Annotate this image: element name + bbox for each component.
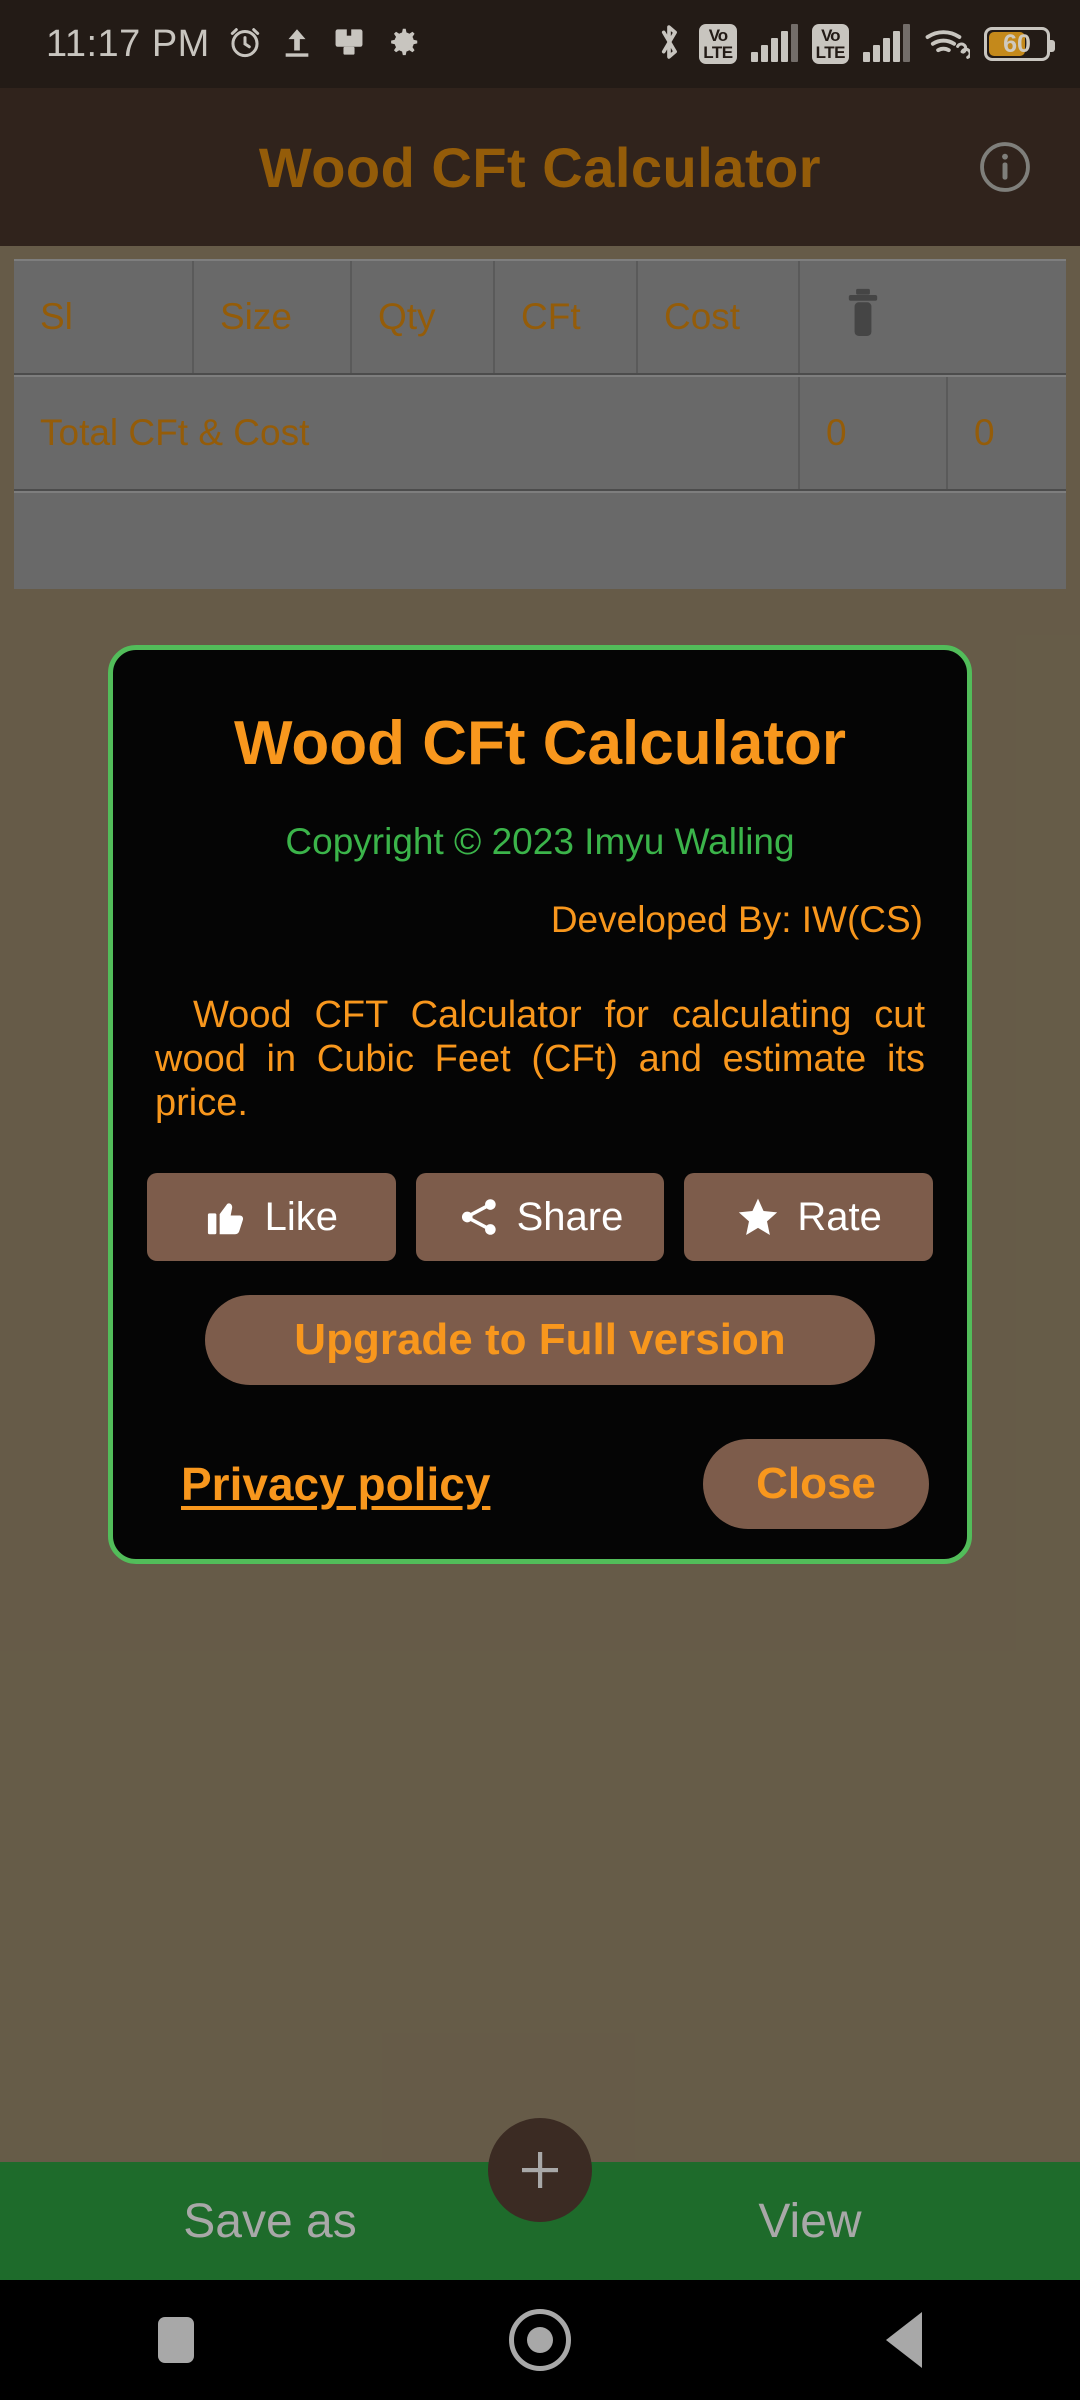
triangle-back-icon[interactable] <box>886 2312 923 2368</box>
plus-icon <box>516 2146 564 2194</box>
dialog-copyright: Copyright © 2023 Imyu Walling <box>285 821 795 862</box>
upgrade-button-label: Upgrade to Full version <box>294 1315 786 1365</box>
close-button[interactable]: Close <box>703 1439 929 1530</box>
table-header-size: Size <box>194 261 352 373</box>
like-button[interactable]: Like <box>147 1173 396 1262</box>
battery-level-text: 60 <box>1003 29 1031 58</box>
volte-lte-text-2: LTE <box>815 43 846 62</box>
table-header-cft: CFt <box>495 261 638 373</box>
square-recents-icon[interactable] <box>157 2317 194 2363</box>
volte-icon-2: Vo LTE <box>811 24 849 64</box>
signal-icon <box>750 24 798 62</box>
status-bar-right: Vo LTE Vo LTE 60 <box>653 21 1055 68</box>
rate-button-label: Rate <box>797 1194 882 1239</box>
table-empty-row <box>14 491 1066 589</box>
volte-vo-text: Vo <box>708 26 728 45</box>
volte-lte-text: LTE <box>703 43 733 62</box>
table-total-row: Total CFt & Cost 0 0 <box>14 375 1066 491</box>
total-label: Total CFt & Cost <box>14 377 800 489</box>
volte-vo-text-2: Vo <box>821 26 840 45</box>
dialog-footer-row: Privacy policy Close <box>147 1439 933 1530</box>
delete-all-button[interactable] <box>800 261 1066 373</box>
gear-icon <box>384 23 422 66</box>
rate-button[interactable]: Rate <box>684 1173 934 1262</box>
about-dialog: Wood CFt Calculator Copyright © 2023 Imy… <box>108 645 972 1565</box>
share-icon <box>457 1195 501 1239</box>
status-bar: 11:17 PM Vo LTE Vo LTE 60 <box>0 0 1080 88</box>
table-header-cost: Cost <box>638 261 800 373</box>
circle-home-icon[interactable] <box>508 2309 571 2371</box>
total-cft-value: 0 <box>800 377 948 489</box>
dialog-action-row: Like Share Rate <box>147 1173 934 1262</box>
wifi-icon <box>924 23 972 66</box>
bluetooth-icon <box>653 21 685 68</box>
alarm-icon <box>226 23 264 66</box>
total-cost-value: 0 <box>974 412 995 453</box>
privacy-policy-link[interactable]: Privacy policy <box>181 1457 490 1511</box>
close-button-label: Close <box>756 1459 876 1509</box>
save-as-button[interactable]: Save as <box>0 2194 540 2249</box>
thumbs-up-icon <box>205 1195 249 1239</box>
app-bar: Wood CFt Calculator <box>0 88 1080 246</box>
table-header-sl: Sl <box>14 261 194 373</box>
signal-icon-2 <box>863 24 910 62</box>
dialog-title: Wood CFt Calculator <box>234 709 846 778</box>
volte-icon: Vo LTE <box>699 24 737 64</box>
battery-icon: 60 <box>984 27 1055 61</box>
like-button-label: Like <box>264 1194 339 1239</box>
upgrade-button[interactable]: Upgrade to Full version <box>205 1295 875 1386</box>
info-icon[interactable] <box>978 140 1032 194</box>
add-entry-fab[interactable] <box>488 2118 592 2222</box>
dialog-description: Wood CFT Calculator for calculating cut … <box>155 994 925 1125</box>
phone-screen: 11:17 PM Vo LTE Vo LTE 60 Wood CFt Calcu… <box>0 0 1080 2400</box>
share-button-label: Share <box>516 1194 624 1239</box>
android-nav-bar <box>0 2280 1080 2400</box>
dialog-developer: Developed By: IW(CS) <box>550 899 923 940</box>
star-icon <box>735 1194 781 1240</box>
status-bar-left: 11:17 PM <box>46 23 422 66</box>
trash-icon <box>840 286 886 349</box>
entries-table: Sl Size Qty CFt Cost Total CFt & Cost 0 … <box>14 259 1066 589</box>
table-header-qty: Qty <box>352 261 495 373</box>
table-header-row: Sl Size Qty CFt Cost <box>14 259 1066 375</box>
screenshot-icon <box>330 23 368 66</box>
page-title: Wood CFt Calculator <box>258 135 822 199</box>
upload-icon <box>280 23 314 66</box>
view-button[interactable]: View <box>540 2194 1080 2249</box>
status-clock: 11:17 PM <box>46 22 210 65</box>
share-button[interactable]: Share <box>415 1173 665 1262</box>
